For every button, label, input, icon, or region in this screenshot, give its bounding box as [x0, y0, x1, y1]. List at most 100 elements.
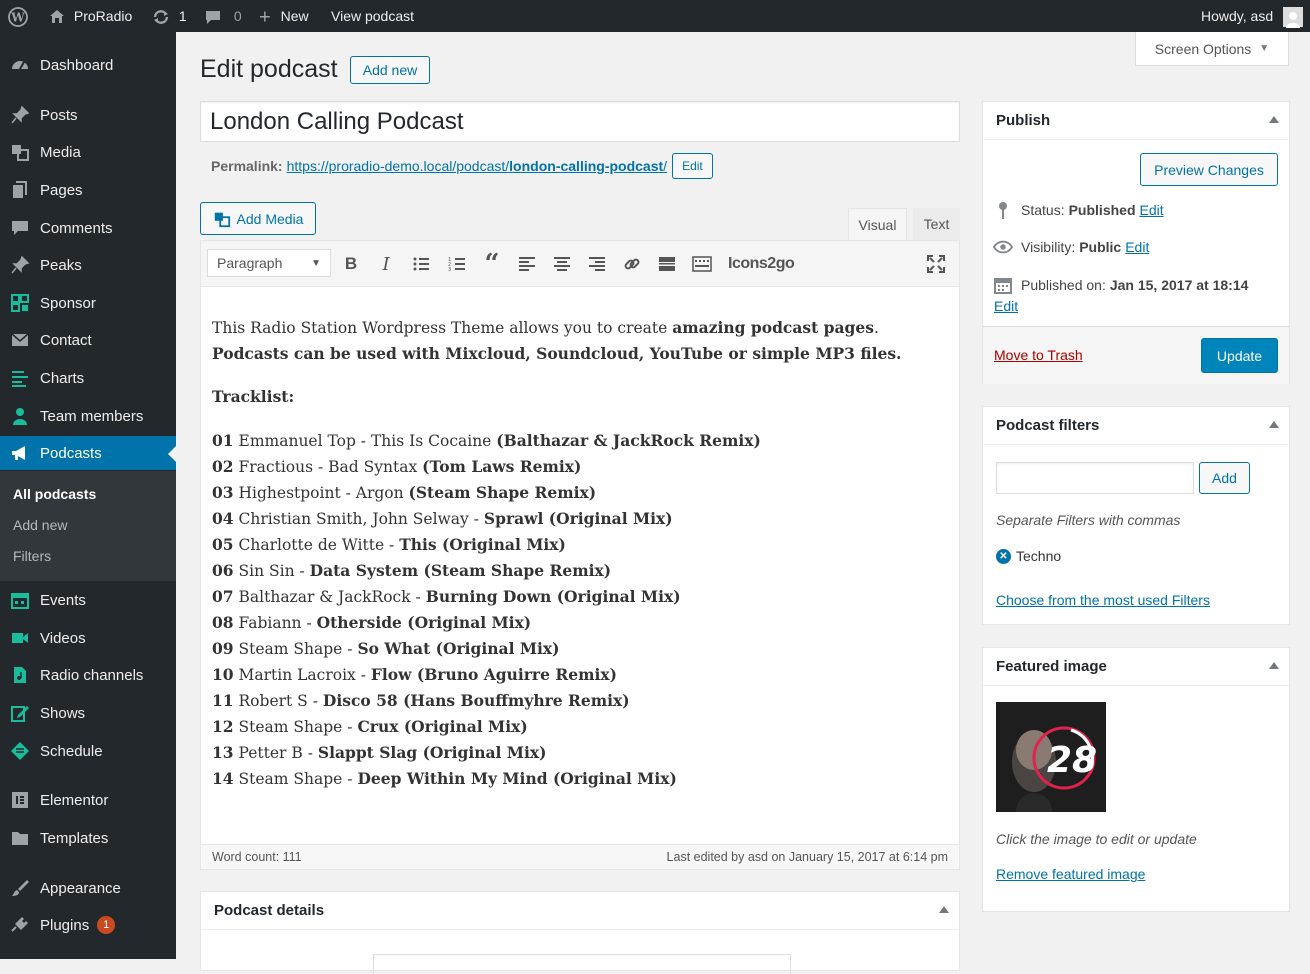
preview-changes-button[interactable]: Preview Changes	[1140, 153, 1278, 186]
track-title: So What (Original Mix)	[357, 639, 560, 658]
sidebar-item-schedule[interactable]: Schedule	[0, 734, 176, 768]
site-name-link[interactable]: ProRadio	[48, 0, 132, 32]
align-left-icon[interactable]	[515, 252, 539, 276]
last-edited: Last edited by asd on January 15, 2017 a…	[666, 850, 948, 864]
track-artist: Steam Shape -	[238, 718, 358, 736]
plus-icon: +	[259, 6, 271, 29]
sidebar-item-label: Posts	[40, 106, 78, 124]
howdy-user-menu[interactable]: Howdy, asd	[1201, 0, 1303, 32]
avatar	[1283, 7, 1303, 29]
bold-icon[interactable]: B	[339, 252, 363, 276]
featured-image-header[interactable]: Featured image	[983, 648, 1289, 686]
comments-link[interactable]: 0	[204, 0, 242, 32]
sidebar-item-media[interactable]: Media	[0, 135, 176, 169]
add-filter-button[interactable]: Add	[1199, 462, 1250, 494]
align-center-icon[interactable]	[550, 252, 574, 276]
post-title-input[interactable]	[200, 101, 960, 142]
toolbar-toggle-icon[interactable]	[690, 252, 714, 276]
sidebar-item-peaks[interactable]: Peaks	[0, 248, 176, 282]
sidebar-item-radio-channels[interactable]: Radio channels	[0, 658, 176, 692]
new-filter-input[interactable]	[996, 462, 1194, 494]
blockquote-icon[interactable]: “	[480, 249, 504, 279]
remove-featured-image-link[interactable]: Remove featured image	[996, 866, 1145, 882]
intro-bold-text: amazing podcast pages	[672, 318, 874, 337]
sidebar-item-shows[interactable]: Shows	[0, 696, 176, 730]
sidebar-item-label: Contact	[40, 331, 92, 349]
bullet-list-icon[interactable]	[409, 252, 433, 276]
sidebar-item-team-members[interactable]: Team members	[0, 399, 176, 433]
sidebar-item-charts[interactable]: Charts	[0, 361, 176, 395]
submenu-item-all-podcasts[interactable]: All podcasts	[13, 486, 96, 502]
sidebar-item-label: Team members	[40, 407, 144, 425]
tracklist: 01 Emmanuel Top - This Is Cocaine (Balth…	[212, 428, 952, 792]
sidebar-item-sponsor[interactable]: Sponsor	[0, 286, 176, 320]
published-on-row: Published on: Jan 15, 2017 at 18:14	[993, 276, 1248, 294]
intro-line-1: This Radio Station Wordpress Theme allow…	[212, 315, 952, 341]
collapse-arrow-icon[interactable]	[1269, 116, 1279, 123]
podcast-details-field[interactable]	[373, 954, 791, 974]
add-media-button[interactable]: Add Media	[200, 202, 316, 235]
edit-status-link[interactable]: Edit	[1140, 202, 1164, 218]
sidebar-item-events[interactable]: Events	[0, 583, 176, 617]
new-content-link[interactable]: + New	[259, 0, 309, 32]
remove-tag-icon[interactable]: ✕	[996, 548, 1011, 564]
collapse-arrow-icon[interactable]	[939, 906, 949, 913]
tab-text[interactable]: Text	[913, 208, 960, 240]
link-icon[interactable]	[620, 252, 644, 276]
read-more-icon[interactable]	[655, 252, 679, 276]
update-button[interactable]: Update	[1201, 338, 1278, 373]
sidebar-item-podcasts[interactable]: Podcasts	[0, 436, 176, 470]
sidebar-item-elementor[interactable]: Elementor	[0, 783, 176, 817]
tab-visual[interactable]: Visual	[848, 208, 907, 240]
podcast-filters-header[interactable]: Podcast filters	[983, 407, 1289, 445]
edit-visibility-link[interactable]: Edit	[1125, 239, 1149, 255]
collapse-arrow-icon[interactable]	[1269, 421, 1279, 428]
fullscreen-icon[interactable]	[924, 252, 948, 276]
wordpress-logo-icon[interactable]: W	[8, 0, 28, 32]
sidebar-item-pages[interactable]: Pages	[0, 173, 176, 207]
sidebar-item-label: Appearance	[40, 879, 121, 897]
updates-count: 1	[178, 8, 187, 24]
numbered-list-icon[interactable]: 123	[445, 252, 469, 276]
sidebar-item-appearance[interactable]: Appearance	[0, 871, 176, 905]
permalink-base: https://proradio-demo.local/podcast/	[286, 158, 510, 174]
permalink-link[interactable]: https://proradio-demo.local/podcast/lond…	[287, 158, 667, 174]
featured-image-note: Click the image to edit or update	[996, 831, 1197, 847]
sidebar-item-templates[interactable]: Templates	[0, 821, 176, 855]
format-select[interactable]: Paragraph ▼	[207, 249, 331, 277]
icons2go-button[interactable]: Icons2go	[728, 252, 806, 276]
italic-icon[interactable]: I	[374, 252, 398, 276]
pages-icon	[10, 180, 30, 200]
edit-permalink-button[interactable]: Edit	[672, 153, 713, 179]
video-icon	[10, 628, 30, 648]
track-artist: Highestpoint - Argon	[238, 484, 409, 502]
podcast-details-header[interactable]: Podcast details	[201, 892, 959, 930]
megaphone-icon	[10, 443, 30, 463]
view-podcast-link[interactable]: View podcast	[331, 0, 414, 32]
content-editor[interactable]: Paragraph ▼ B I 123 “ Icons2go This Radi…	[200, 240, 960, 870]
sidebar-item-label: Plugins	[40, 916, 90, 934]
submenu-item-filters[interactable]: Filters	[13, 548, 51, 564]
screen-options-button[interactable]: Screen Options ▼	[1135, 32, 1289, 66]
add-new-button[interactable]: Add new	[350, 56, 430, 84]
featured-image-thumbnail[interactable]: 28	[996, 702, 1106, 812]
editor-content[interactable]: This Radio Station Wordpress Theme allow…	[212, 315, 952, 792]
sidebar-item-contact[interactable]: Contact	[0, 323, 176, 357]
move-to-trash-link[interactable]: Move to Trash	[994, 347, 1083, 363]
updates-link[interactable]: 1	[151, 0, 187, 32]
track-title: Burning Down (Original Mix)	[425, 587, 681, 606]
edit-date-link[interactable]: Edit	[994, 298, 1018, 314]
permalink-end: /	[663, 158, 668, 174]
sidebar-item-posts[interactable]: Posts	[0, 98, 176, 132]
collapse-arrow-icon[interactable]	[1269, 662, 1279, 669]
sidebar-item-dashboard[interactable]: Dashboard	[0, 48, 176, 82]
sidebar-item-plugins[interactable]: Plugins 1	[0, 908, 176, 942]
podcasts-submenu: All podcasts Add new Filters	[0, 471, 176, 581]
caret-down-icon: ▼	[311, 257, 321, 269]
align-right-icon[interactable]	[585, 252, 609, 276]
sidebar-item-comments[interactable]: Comments	[0, 211, 176, 245]
sidebar-item-videos[interactable]: Videos	[0, 621, 176, 655]
choose-filters-link[interactable]: Choose from the most used Filters	[996, 592, 1210, 608]
publish-header[interactable]: Publish	[983, 102, 1289, 140]
submenu-item-add-new[interactable]: Add new	[13, 517, 67, 533]
